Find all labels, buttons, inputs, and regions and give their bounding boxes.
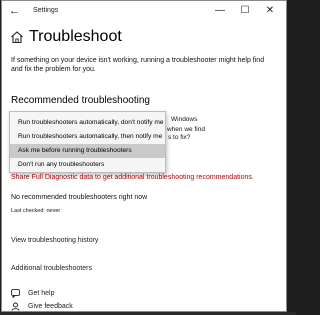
dropdown-option[interactable]: Don't run any troubleshooters [10,158,165,172]
back-arrow-icon[interactable]: ← [9,5,20,17]
obscured-text-line: s to fix? [168,134,191,141]
dropdown-option[interactable]: Run troubleshooters automatically, don't… [10,116,165,130]
additional-troubleshooters-link[interactable]: Additional troubleshooters [11,265,92,272]
minimize-button[interactable]: — [208,4,232,18]
diagnostic-data-link[interactable]: Share Full Diagnostic data to get additi… [11,173,273,182]
maximize-button[interactable]: ☐ [233,4,257,18]
desktop-background [288,0,296,315]
give-feedback-link[interactable]: Give feedback [28,303,73,310]
obscured-text-line: Windows [171,116,198,123]
view-history-link[interactable]: View troubleshooting history [11,237,98,244]
close-button[interactable]: ✕ [258,4,282,18]
no-recommendations-text: No recommended troubleshooters right now [11,194,148,201]
troubleshooting-preference-dropdown[interactable]: Run troubleshooters automatically, don't… [9,111,166,173]
help-icon[interactable] [11,289,20,298]
page-title: Troubleshoot [29,28,122,45]
intro-text: If something on your device isn't workin… [11,57,265,73]
title-bar: ← Settings — ☐ ✕ [2,1,286,23]
app-title: Settings [33,7,59,14]
settings-window: ← Settings — ☐ ✕ Troubleshoot If somethi… [1,0,287,312]
section-title: Recommended troubleshooting [11,95,150,106]
home-icon [11,31,23,44]
get-help-link[interactable]: Get help [28,290,54,297]
feedback-icon[interactable] [11,302,20,311]
last-checked-text: Last checked: never [11,208,61,214]
dropdown-option[interactable]: Run troubleshooters automatically, then … [10,130,165,144]
dropdown-option-selected[interactable]: Ask me before running troubleshooters [10,144,165,158]
